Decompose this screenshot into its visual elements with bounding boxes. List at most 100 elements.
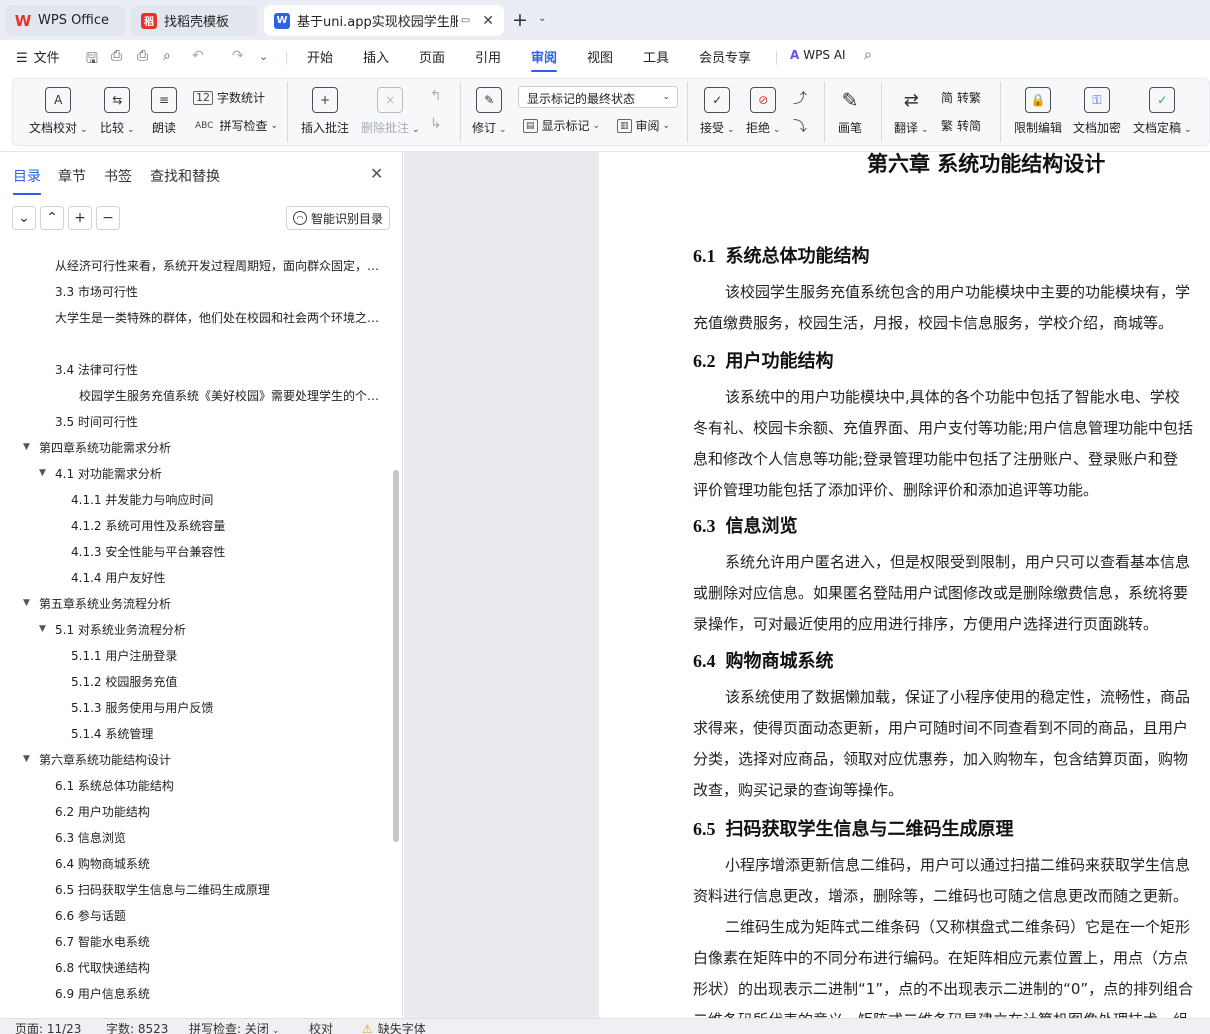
- toc-item[interactable]: 第四章系统功能需求分析: [39, 440, 171, 456]
- next-change-icon[interactable]: ⤵: [793, 116, 807, 136]
- redo-icon[interactable]: ↷: [232, 48, 244, 64]
- tab-insert[interactable]: 插入: [363, 47, 389, 66]
- doc-proofread-button[interactable]: A 文档校对 ⌄: [29, 87, 88, 136]
- tab-sections[interactable]: 章节: [58, 166, 86, 186]
- tab-page[interactable]: 页面: [419, 47, 445, 66]
- toc-item[interactable]: 5.1.2 校园服务充值: [71, 674, 177, 690]
- save-icon[interactable]: 🖫: [86, 48, 98, 72]
- expand-all-button[interactable]: ⌃: [40, 206, 64, 230]
- toc-item[interactable]: 3.4 法律可行性: [55, 362, 138, 378]
- tab-review[interactable]: 审阅: [531, 47, 558, 72]
- accept-button[interactable]: ✓ 接受 ⌄: [700, 87, 735, 136]
- toc-item[interactable]: 4.1 对功能需求分析: [55, 466, 162, 482]
- search-icon[interactable]: ⌕: [864, 47, 872, 63]
- toc-item[interactable]: 从经济可行性来看，系统开发过程周期短，面向群众固定，系统维护较简单，开发成本低…: [55, 258, 383, 274]
- chevron-down-icon[interactable]: ⌄: [538, 13, 546, 24]
- toc-item[interactable]: 第六章系统功能结构设计: [39, 752, 171, 768]
- toc-item[interactable]: 5.1.4 系统管理: [71, 726, 153, 742]
- toc-item[interactable]: 6.5 扫码获取学生信息与二维码生成原理: [55, 882, 270, 898]
- toc-item[interactable]: 6.4 购物商城系统: [55, 856, 150, 872]
- toc-item[interactable]: 3.5 时间可行性: [55, 414, 138, 430]
- spell-check-button[interactable]: ABC 拼写检查 ⌄: [193, 117, 278, 134]
- toc-item[interactable]: 4.1.4 用户友好性: [71, 570, 165, 586]
- toc-expand-caret-icon[interactable]: ▼: [23, 598, 30, 608]
- toc-item[interactable]: 4.1.3 安全性能与平台兼容性: [71, 544, 225, 560]
- collapse-all-button[interactable]: ⌄: [12, 206, 36, 230]
- toc-item[interactable]: 5.1.1 用户注册登录: [71, 648, 177, 664]
- page-indicator[interactable]: 页面: 11/23: [15, 1020, 81, 1034]
- quick-access-more-icon[interactable]: ⌄: [259, 50, 268, 63]
- paragraph-line: 或删除对应信息。如果匿名登陆用户试图修改或是删除缴费信息，系统将要: [693, 584, 1189, 602]
- read-aloud-button[interactable]: ≡ 朗读: [151, 87, 177, 136]
- missing-font-status[interactable]: ⚠ 缺失字体: [362, 1020, 426, 1034]
- export-icon[interactable]: ⎙: [111, 48, 122, 64]
- encrypt-doc-button[interactable]: ⚿ 文档加密: [1073, 87, 1121, 136]
- tab-member[interactable]: 会员专享: [699, 47, 751, 66]
- to-traditional-button[interactable]: 简转繁: [941, 89, 981, 106]
- toc-expand-caret-icon[interactable]: ▼: [39, 468, 46, 478]
- tab-toc[interactable]: 目录: [13, 166, 41, 195]
- document-page[interactable]: 第六章 系统功能结构设计 6.1 系统总体功能结构 该校园学生服务充值系统包含的用户…: [599, 152, 1210, 1018]
- tab-reference[interactable]: 引用: [475, 47, 501, 66]
- tab-document[interactable]: W 基于uni.app实现校园学生服务充值系统 ▭ ✕: [264, 5, 504, 36]
- toc-item[interactable]: 6.1 系统总体功能结构: [55, 778, 174, 794]
- toc-item[interactable]: 5.1.3 服务使用与用户反馈: [71, 700, 213, 716]
- tab-bookmarks[interactable]: 书签: [104, 166, 132, 186]
- toc-item[interactable]: 3.3 市场可行性: [55, 284, 138, 300]
- toc-item[interactable]: 6.9 用户信息系统: [55, 986, 150, 1002]
- toc-item[interactable]: 第五章系统业务流程分析: [39, 596, 171, 612]
- toc-item[interactable]: 4.1.2 系统可用性及系统容量: [71, 518, 225, 534]
- remove-heading-button[interactable]: −: [96, 206, 120, 230]
- tab-view[interactable]: 视图: [587, 47, 613, 66]
- show-markup-button[interactable]: ▤ 显示标记 ⌄: [523, 117, 600, 134]
- toc-item[interactable]: 4.1.1 并发能力与响应时间: [71, 492, 213, 508]
- file-menu[interactable]: ☰ 文件: [16, 47, 60, 66]
- track-changes-button[interactable]: ✎ 修订 ⌄: [472, 87, 507, 136]
- review-pane-button[interactable]: ▥ 审阅 ⌄: [617, 117, 670, 134]
- spell-check-status[interactable]: 拼写检查: 关闭 ⌄: [189, 1020, 279, 1034]
- word-count-button[interactable]: 12 字数统计: [193, 89, 265, 106]
- markup-state-dropdown[interactable]: 显示标记的最终状态 ⌄: [518, 86, 678, 108]
- print-icon[interactable]: ⎙: [137, 48, 148, 64]
- toc-item[interactable]: 6.7 智能水电系统: [55, 934, 150, 950]
- to-simplified-button[interactable]: 繁转简: [941, 117, 981, 134]
- print-preview-icon[interactable]: ⌕: [163, 48, 171, 64]
- tab-tools[interactable]: 工具: [643, 47, 669, 66]
- finalize-doc-button[interactable]: ✓ 文档定稿 ⌄: [1133, 87, 1192, 136]
- new-tab-button[interactable]: +: [512, 9, 528, 31]
- toc-expand-caret-icon[interactable]: ▼: [39, 624, 46, 634]
- next-comment-icon[interactable]: ↳: [430, 116, 442, 132]
- translate-button[interactable]: ⇄ 翻译 ⌄: [894, 87, 929, 136]
- insert-comment-button[interactable]: + 插入批注: [301, 87, 349, 136]
- restrict-editing-button[interactable]: 🔒 限制编辑: [1014, 87, 1062, 136]
- tab-start[interactable]: 开始: [307, 47, 333, 66]
- pen-button[interactable]: ✎ 画笔: [837, 87, 863, 136]
- paragraph-line: 该系统中的用户功能模块中,具体的各个功能中包括了智能水电、学校: [725, 388, 1180, 406]
- previous-comment-icon[interactable]: ↰: [430, 88, 442, 104]
- toc-item[interactable]: 校园学生服务充值系统《美好校园》需要处理学生的个人信息和缴费信息，遵循相关法规…: [79, 388, 383, 404]
- scrollbar[interactable]: [393, 470, 399, 842]
- toc-item[interactable]: 大学生是一类特殊的群体，他们处在校园和社会两个环境之间，有着自己的消费特点和需求…: [55, 310, 383, 326]
- toc-expand-caret-icon[interactable]: ▼: [23, 754, 30, 764]
- toc-item[interactable]: 5.1 对系统业务流程分析: [55, 622, 186, 638]
- word-count-status[interactable]: 字数: 8523: [106, 1020, 168, 1034]
- close-icon[interactable]: ✕: [370, 164, 383, 183]
- wps-ai-button[interactable]: A WPS AI: [790, 48, 846, 62]
- add-heading-button[interactable]: +: [68, 206, 92, 230]
- previous-change-icon[interactable]: ⤴: [793, 88, 807, 108]
- reject-button[interactable]: ⊘ 拒绝 ⌄: [746, 87, 781, 136]
- tab-wps-office[interactable]: W WPS Office: [5, 5, 125, 36]
- compare-button[interactable]: ⇆ 比较 ⌄: [100, 87, 135, 136]
- toc-expand-caret-icon[interactable]: ▼: [23, 442, 30, 452]
- close-tab-icon[interactable]: ✕: [482, 13, 494, 29]
- smart-toc-button[interactable]: ◠ 智能识别目录: [286, 206, 390, 230]
- tab-find-replace[interactable]: 查找和替换: [150, 166, 220, 186]
- toc-item[interactable]: 6.3 信息浏览: [55, 830, 126, 846]
- tab-template[interactable]: 稻 找稻壳模板: [131, 5, 257, 36]
- toc-item[interactable]: 6.8 代取快递结构: [55, 960, 150, 976]
- toc-item[interactable]: 6.6 参与话题: [55, 908, 126, 924]
- proofread-status[interactable]: 校对: [309, 1020, 333, 1034]
- undo-icon[interactable]: ↶: [192, 48, 204, 64]
- toc-item[interactable]: 6.2 用户功能结构: [55, 804, 150, 820]
- delete-comment-button[interactable]: × 删除批注 ⌄: [361, 87, 420, 136]
